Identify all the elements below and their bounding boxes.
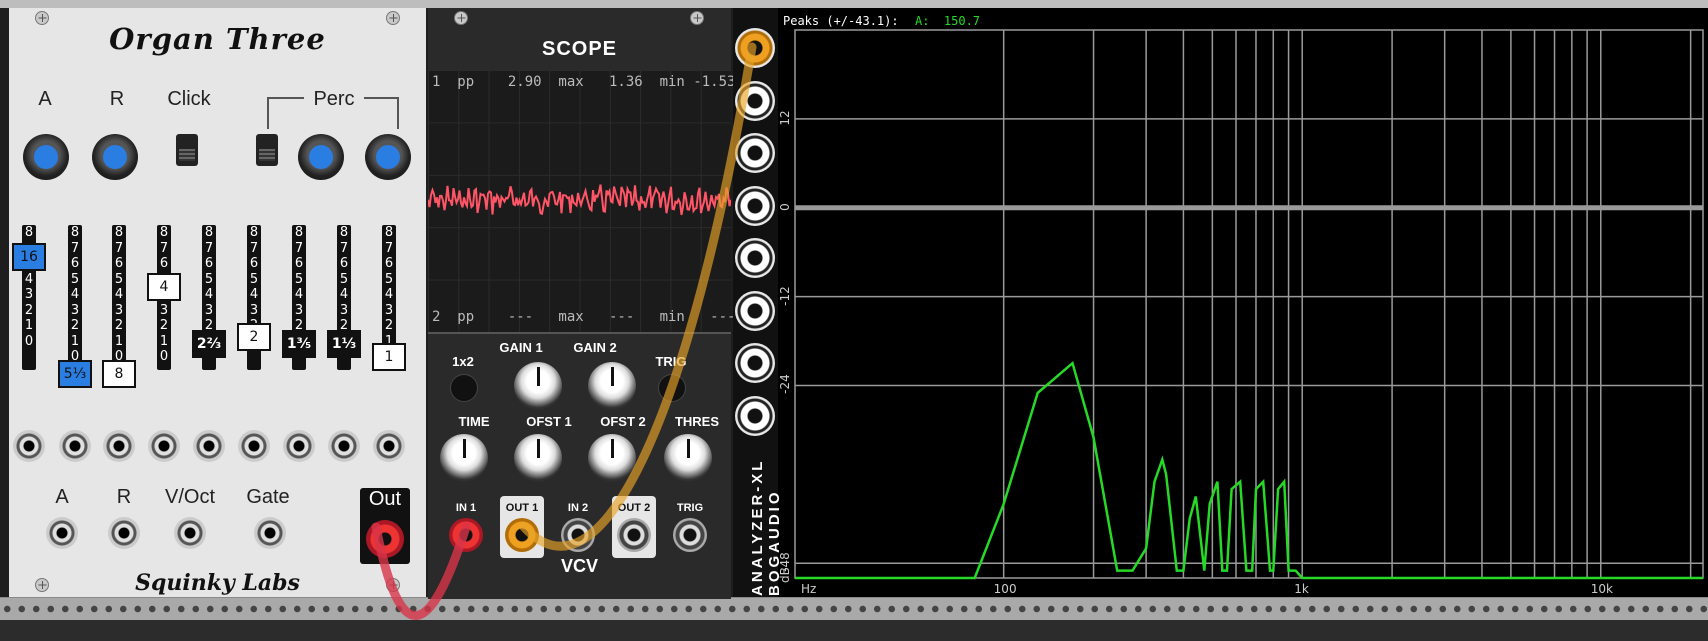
offset-2-knob[interactable] <box>588 434 636 482</box>
in-2-label: IN 2 <box>567 502 589 514</box>
y-axis-label: 12 <box>778 110 792 126</box>
drawbar-handle[interactable]: 2 <box>237 323 271 351</box>
attack-label: A <box>38 88 52 110</box>
y-axis-label: 0 <box>778 202 792 211</box>
drawbar-3[interactable]: 876543210 <box>112 225 126 370</box>
perc-knob-2[interactable] <box>365 134 411 180</box>
out-1-jack[interactable] <box>505 518 539 552</box>
plot-frame <box>794 29 1704 579</box>
scope-trace <box>428 184 731 216</box>
brand-logo: Squinky Labs <box>135 570 300 596</box>
trig-input-label: TRIG <box>676 502 704 514</box>
vcv-logo: VCV <box>560 556 598 576</box>
drawbar-cv-jack[interactable] <box>148 430 180 462</box>
release-knob[interactable] <box>92 134 138 180</box>
x-axis-label: 10k <box>1590 582 1613 596</box>
x-axis-label: 100 <box>993 582 1017 596</box>
drawbar-handle[interactable]: 1⅓ <box>327 330 361 358</box>
drawbar-handle[interactable]: 1⅗ <box>282 330 316 358</box>
spectrum-plot <box>794 29 1704 580</box>
click-switch[interactable] <box>176 134 198 166</box>
drawbar-handle[interactable]: 16 <box>12 243 46 271</box>
drawbar-handle[interactable]: 4 <box>147 273 181 301</box>
drawbar-cv-jack[interactable] <box>373 430 405 462</box>
output-jack[interactable] <box>366 520 404 558</box>
in-2-jack[interactable] <box>561 518 595 552</box>
drawbar-handle[interactable]: 8 <box>102 360 136 388</box>
voct-input-label: V/Oct <box>164 486 215 508</box>
drawbar-handle[interactable]: 5⅓ <box>58 360 92 388</box>
threshold-knob[interactable] <box>664 434 712 482</box>
threshold-label: THRES <box>674 414 720 429</box>
y-axis-label: -24 <box>778 374 792 395</box>
drawbar-scale: 876543210 <box>114 225 124 364</box>
attack-knob[interactable] <box>23 134 69 180</box>
time-knob[interactable] <box>440 434 488 482</box>
perc-switch[interactable] <box>256 134 278 166</box>
offset-1-knob[interactable] <box>514 434 562 482</box>
spectrum-line <box>795 360 1703 580</box>
release-label: R <box>109 88 125 110</box>
screw-icon <box>454 11 468 25</box>
gain-1-label: GAIN 1 <box>499 340 543 355</box>
trig-mode-label: TRIG <box>655 354 687 369</box>
in-1-jack[interactable] <box>449 518 483 552</box>
drawbar-handle[interactable]: 2⅔ <box>192 330 226 358</box>
trig-input-jack[interactable] <box>673 518 707 552</box>
gate-input-label: Gate <box>246 486 290 508</box>
offset-1-label: OFST 1 <box>526 414 572 429</box>
out-2-label: OUT 2 <box>617 502 651 514</box>
workspace-background <box>0 620 1708 641</box>
offset-2-label: OFST 2 <box>600 414 646 429</box>
scope-display: 1 pp 2.90 max 1.36 min -1.53 2 pp --- ma… <box>428 70 735 332</box>
attack-input-label: A <box>55 486 69 508</box>
top-rail <box>0 0 1708 8</box>
x-axis-label: 1k <box>1294 582 1309 596</box>
organ-three-module: Organ Three A R Click Perc 8 54321016876… <box>9 8 426 597</box>
x-axis-label: Hz <box>801 582 817 596</box>
gain-1-knob[interactable] <box>514 362 562 410</box>
scope-module: SCOPE 1 pp 2.90 max 1.36 min -1.53 2 pp … <box>428 8 735 599</box>
drawbar-scale: 876543210 <box>70 225 80 364</box>
out-2-jack[interactable] <box>617 518 651 552</box>
voct-input-jack[interactable] <box>174 517 206 549</box>
mode-button[interactable] <box>450 374 478 402</box>
drawbar-scale: 87654321 <box>384 225 394 349</box>
gain-2-knob[interactable] <box>588 362 636 410</box>
drawbar-scale: 8765432 <box>294 225 304 333</box>
perc-knob-1[interactable] <box>298 134 344 180</box>
drawbar-cv-jack[interactable] <box>13 430 45 462</box>
perc-label: Perc <box>304 88 364 111</box>
y-axis-label: dB <box>778 567 792 583</box>
out-1-label: OUT 1 <box>505 502 539 514</box>
drawbar-cv-jack[interactable] <box>59 430 91 462</box>
trig-button[interactable] <box>658 374 686 402</box>
bottom-rail <box>0 597 1708 620</box>
module-title: SCOPE <box>541 38 618 60</box>
y-axis-label: -12 <box>778 285 792 306</box>
module-title: Organ Three <box>109 22 326 56</box>
drawbar-scale: 8765432 <box>249 225 259 333</box>
mode-label: 1x2 <box>452 354 474 369</box>
drawbar-cv-jack[interactable] <box>238 430 270 462</box>
drawbar-cv-jack[interactable] <box>328 430 360 462</box>
screw-icon <box>690 11 704 25</box>
drawbar-2[interactable]: 876543210 <box>68 225 82 370</box>
time-label: TIME <box>458 414 490 429</box>
output-label: Out <box>368 488 402 510</box>
release-input-label: R <box>116 486 132 508</box>
in-1-label: IN 1 <box>455 502 477 514</box>
drawbar-cv-jack[interactable] <box>103 430 135 462</box>
drawbar-cv-jack[interactable] <box>283 430 315 462</box>
click-label: Click <box>167 88 211 110</box>
output-box: Out <box>360 488 410 564</box>
attack-input-jack[interactable] <box>46 517 78 549</box>
drawbar-handle[interactable]: 1 <box>372 343 406 371</box>
analyzer-xl-module: ANALYZER-XL BOGAUDIO Peaks (+/-43.1): A:… <box>733 8 1708 597</box>
drawbar-scale: 8765432 <box>339 225 349 333</box>
gain-2-label: GAIN 2 <box>573 340 617 355</box>
drawbar-cv-jack[interactable] <box>193 430 225 462</box>
release-input-jack[interactable] <box>108 517 140 549</box>
gate-input-jack[interactable] <box>254 517 286 549</box>
